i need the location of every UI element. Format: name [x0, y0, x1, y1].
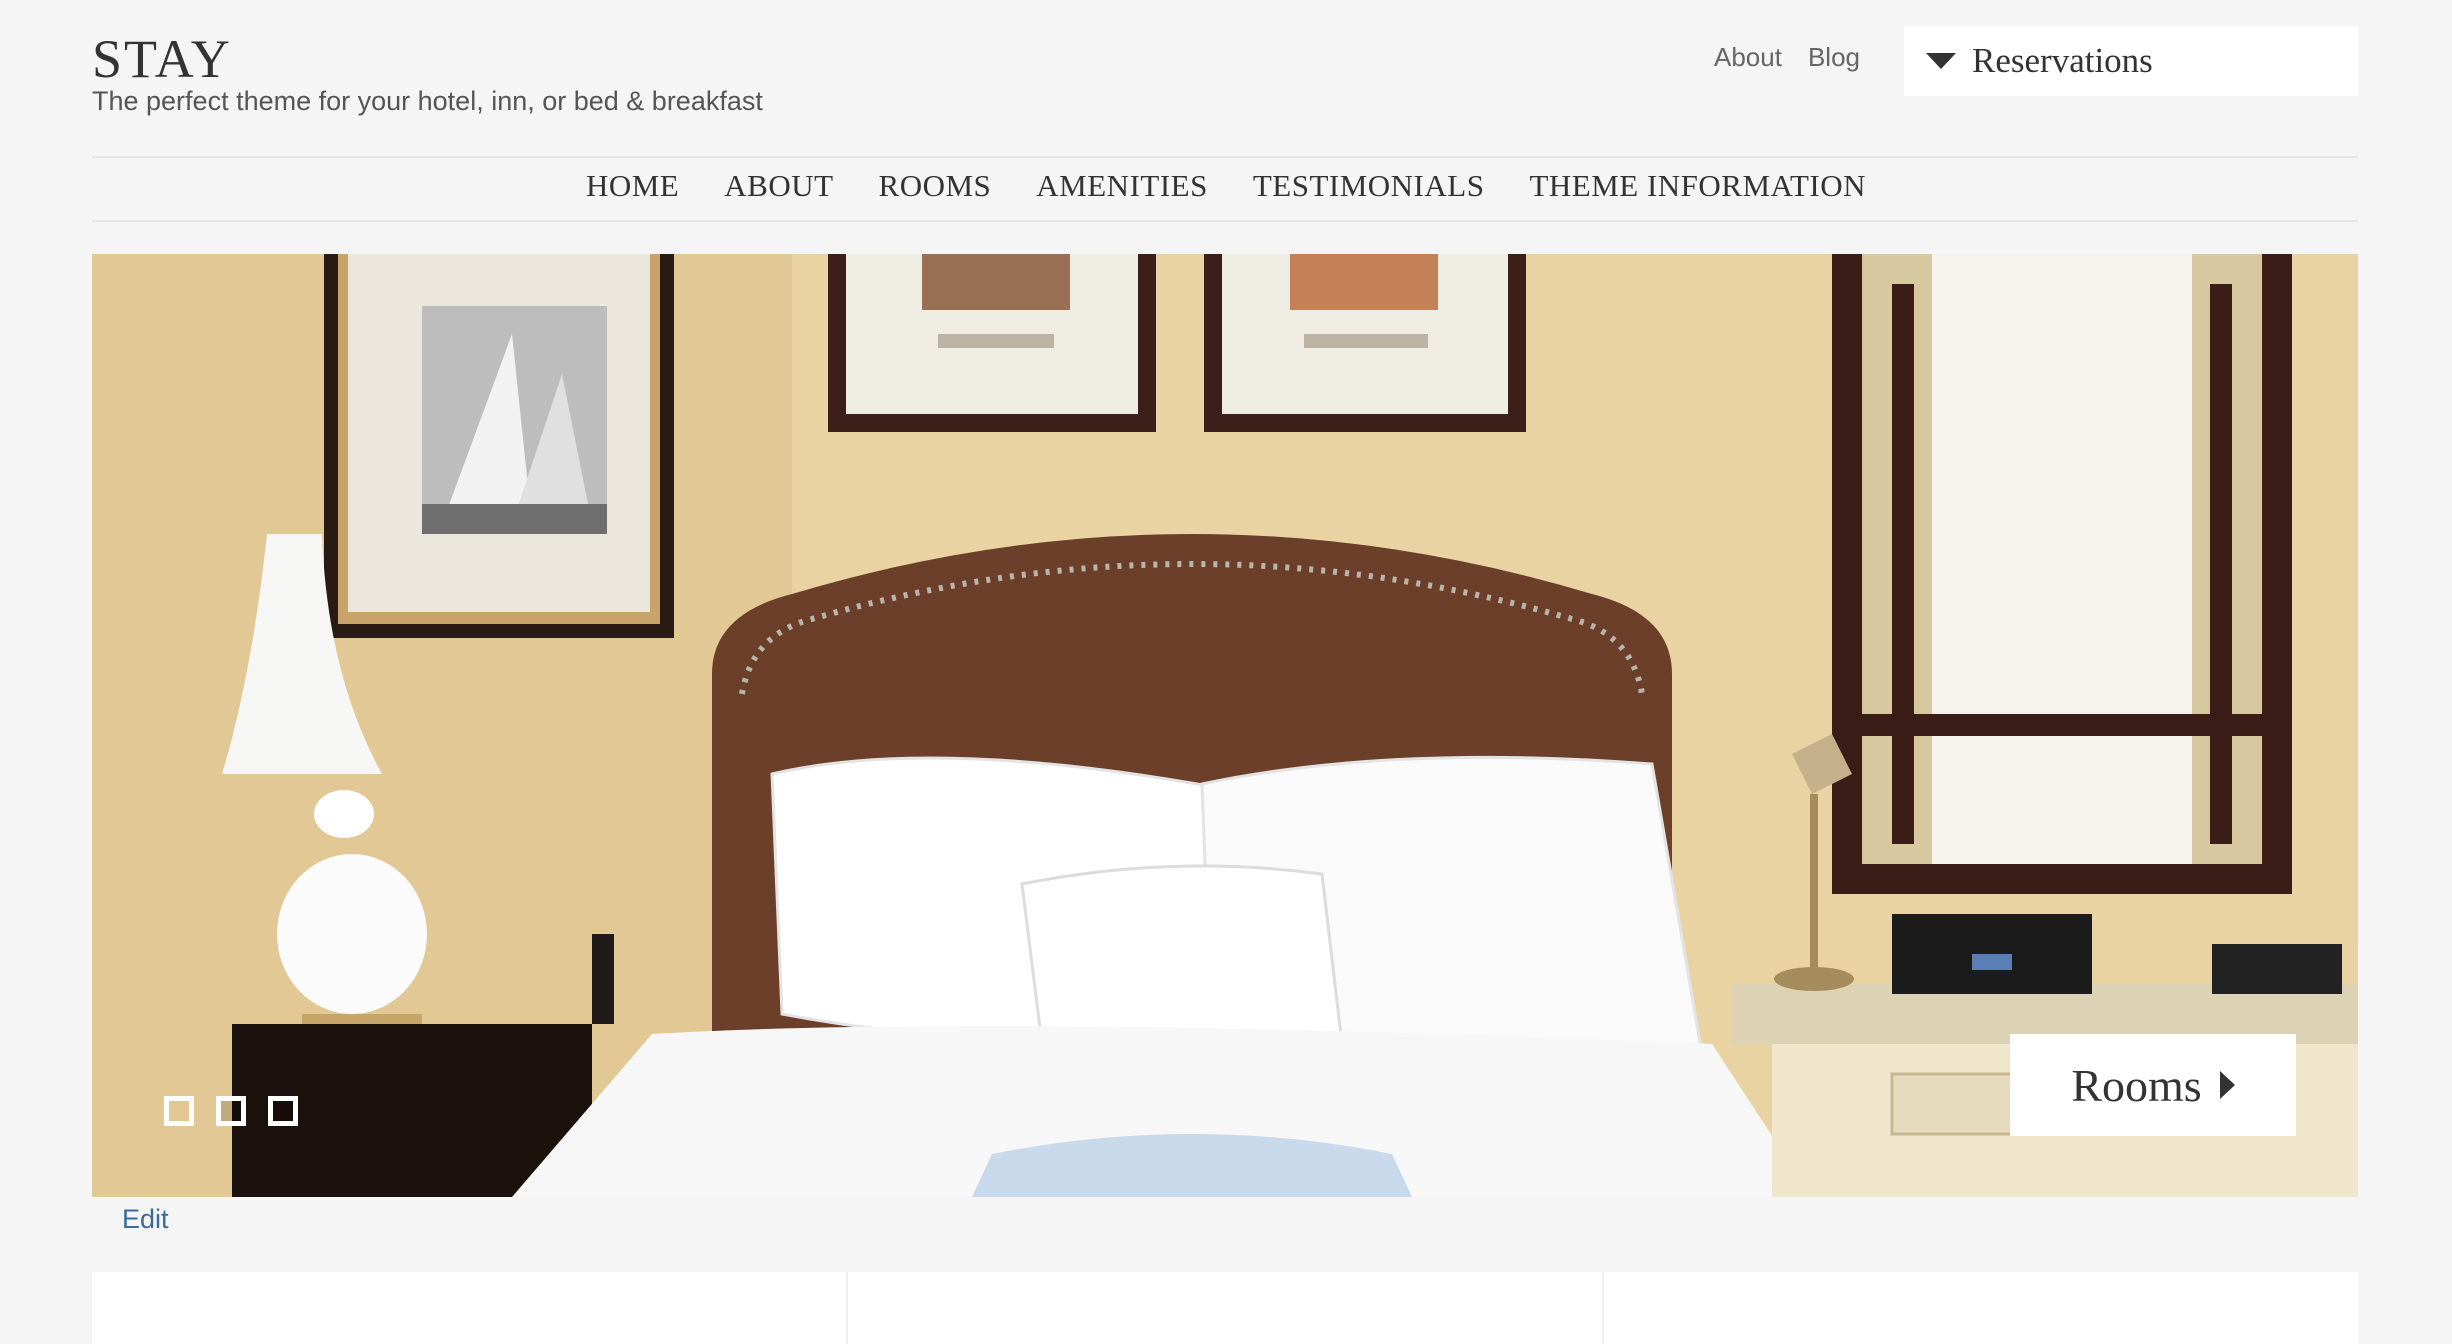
rooms-cta-button[interactable]: Rooms	[2010, 1034, 2296, 1136]
main-nav-about[interactable]: ABOUT	[724, 168, 833, 204]
slider-dot-3[interactable]	[268, 1096, 298, 1126]
site-title[interactable]: STAY	[92, 28, 232, 90]
nav-divider-bottom	[92, 220, 2358, 222]
main-nav-testimonials[interactable]: TESTIMONIALS	[1253, 168, 1485, 204]
hero-slider: Rooms	[92, 254, 2358, 1197]
feature-cards	[92, 1272, 2358, 1344]
main-nav-rooms[interactable]: ROOMS	[879, 168, 992, 204]
caret-right-icon	[2219, 1071, 2235, 1099]
utility-nav-about[interactable]: About	[1714, 42, 1782, 73]
slider-pagination	[164, 1096, 298, 1126]
rooms-cta-label: Rooms	[2071, 1059, 2202, 1111]
utility-nav: About Blog	[1714, 42, 1860, 73]
nav-divider-top	[92, 156, 2358, 158]
utility-nav-blog[interactable]: Blog	[1808, 42, 1860, 73]
reservations-toggle[interactable]: Reservations	[1904, 26, 2358, 96]
feature-card	[92, 1272, 848, 1344]
main-nav-theme-information[interactable]: THEME INFORMATION	[1529, 168, 1866, 204]
slider-dot-1[interactable]	[164, 1096, 194, 1126]
caret-down-icon	[1926, 53, 1956, 69]
reservations-label: Reservations	[1972, 41, 2153, 80]
main-nav-home[interactable]: HOME	[586, 168, 679, 204]
site-tagline: The perfect theme for your hotel, inn, o…	[92, 86, 763, 116]
main-nav: HOME ABOUT ROOMS AMENITIES TESTIMONIALS …	[0, 168, 2452, 204]
main-nav-amenities[interactable]: AMENITIES	[1036, 168, 1208, 204]
edit-link[interactable]: Edit	[122, 1204, 169, 1235]
feature-card	[1604, 1272, 2358, 1344]
slider-dot-2[interactable]	[216, 1096, 246, 1126]
feature-card	[848, 1272, 1604, 1344]
